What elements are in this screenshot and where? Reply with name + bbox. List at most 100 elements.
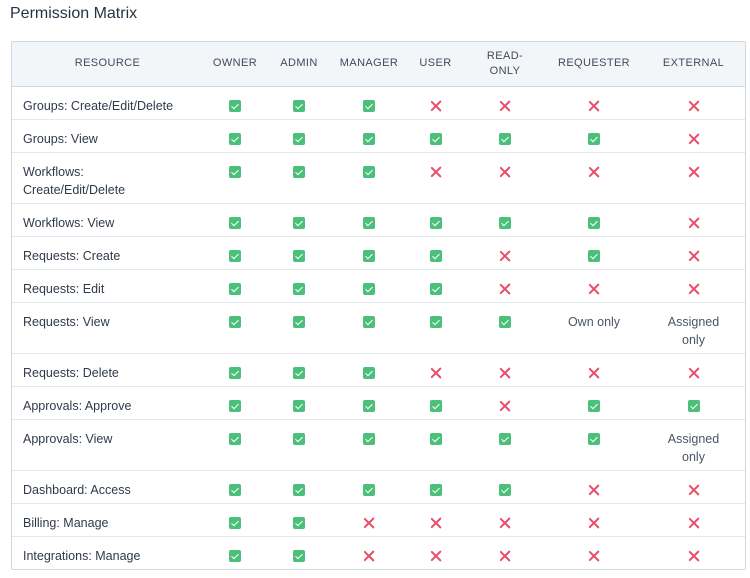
permission-cell-owner bbox=[203, 418, 267, 470]
permission-cell-owner bbox=[203, 151, 267, 203]
permission-cell-owner bbox=[203, 535, 267, 569]
permission-cell-manager bbox=[331, 202, 407, 236]
resource-cell: Dashboard: Access bbox=[12, 469, 203, 503]
permission-cell-requester bbox=[546, 502, 642, 536]
permission-cell-external bbox=[642, 235, 745, 269]
column-header-resource: RESOURCE bbox=[12, 42, 203, 87]
checkbox-checked-icon bbox=[229, 133, 241, 146]
cross-icon bbox=[688, 367, 700, 379]
permission-cell-manager bbox=[331, 118, 407, 152]
column-header-external: EXTERNAL bbox=[642, 42, 745, 87]
column-header-read-only: READ-ONLY bbox=[464, 42, 546, 87]
permission-cell-owner bbox=[203, 469, 267, 503]
permission-cell-read-only bbox=[464, 301, 546, 353]
permission-cell-manager bbox=[331, 535, 407, 569]
cross-icon bbox=[430, 166, 442, 178]
checkbox-checked-icon bbox=[363, 217, 375, 230]
cross-icon bbox=[588, 517, 600, 529]
permission-cell-admin bbox=[267, 301, 331, 353]
permission-cell-external bbox=[642, 535, 745, 569]
checkbox-checked-icon bbox=[229, 484, 241, 497]
resource-cell: Requests: Delete bbox=[12, 352, 203, 386]
permission-cell-requester: Own only bbox=[546, 301, 642, 353]
checkbox-checked-icon bbox=[499, 316, 511, 329]
table-row: Requests: View Own only Assigned only bbox=[12, 301, 745, 353]
permission-cell-owner bbox=[203, 86, 267, 119]
checkbox-checked-icon bbox=[429, 316, 442, 329]
permission-cell-manager bbox=[331, 151, 407, 203]
permission-cell-admin bbox=[267, 352, 331, 386]
cross-icon bbox=[363, 517, 375, 529]
cross-icon bbox=[688, 484, 700, 496]
checkbox-checked-icon bbox=[687, 400, 700, 413]
resource-cell: Integrations: Manage bbox=[12, 535, 203, 569]
permission-matrix-table: RESOURCE OWNER ADMIN MANAGER USER READ-O… bbox=[11, 41, 746, 570]
permission-cell-owner bbox=[203, 385, 267, 419]
permission-cell-admin bbox=[267, 502, 331, 536]
table-row: Requests: Delete bbox=[12, 352, 745, 386]
permission-cell-manager bbox=[331, 352, 407, 386]
cross-icon bbox=[588, 367, 600, 379]
table-row: Approvals: View Assigned only bbox=[12, 418, 745, 470]
permission-cell-external bbox=[642, 118, 745, 152]
checkbox-checked-icon bbox=[293, 550, 305, 563]
cross-icon bbox=[588, 100, 600, 112]
checkbox-checked-icon bbox=[229, 283, 241, 296]
permission-cell-read-only bbox=[464, 235, 546, 269]
checkbox-checked-icon bbox=[363, 100, 375, 113]
permission-cell-admin bbox=[267, 118, 331, 152]
cross-icon bbox=[588, 484, 600, 496]
permission-cell-external bbox=[642, 151, 745, 203]
checkbox-checked-icon bbox=[293, 250, 305, 263]
checkbox-checked-icon bbox=[293, 484, 305, 497]
checkbox-checked-icon bbox=[363, 484, 375, 497]
permission-cell-user bbox=[407, 301, 464, 353]
checkbox-checked-icon bbox=[588, 133, 600, 146]
checkbox-checked-icon bbox=[229, 550, 241, 563]
permission-cell-manager bbox=[331, 301, 407, 353]
permission-cell-manager bbox=[331, 469, 407, 503]
column-header-owner: OWNER bbox=[203, 42, 267, 87]
permission-cell-admin bbox=[267, 86, 331, 119]
checkbox-checked-icon bbox=[229, 166, 241, 179]
checkbox-checked-icon bbox=[293, 283, 305, 296]
resource-cell: Billing: Manage bbox=[12, 502, 203, 536]
permission-cell-requester bbox=[546, 352, 642, 386]
permission-cell-admin bbox=[267, 418, 331, 470]
permission-cell-read-only bbox=[464, 151, 546, 203]
checkbox-checked-icon bbox=[429, 484, 442, 497]
cross-icon bbox=[499, 100, 511, 112]
permission-cell-user bbox=[407, 352, 464, 386]
permission-cell-user bbox=[407, 385, 464, 419]
permission-cell-requester bbox=[546, 151, 642, 203]
table-row: Approvals: Approve bbox=[12, 385, 745, 419]
checkbox-checked-icon bbox=[429, 433, 442, 446]
permission-cell-owner bbox=[203, 118, 267, 152]
checkbox-checked-icon bbox=[429, 250, 442, 263]
permission-note: Assigned only bbox=[667, 431, 720, 464]
checkbox-checked-icon bbox=[229, 367, 241, 380]
checkbox-checked-icon bbox=[429, 133, 442, 146]
resource-cell: Approvals: Approve bbox=[12, 385, 203, 419]
permission-note: Own only bbox=[567, 314, 621, 329]
checkbox-checked-icon bbox=[588, 400, 600, 413]
checkbox-checked-icon bbox=[499, 484, 511, 497]
permission-cell-external bbox=[642, 469, 745, 503]
resource-cell: Requests: View bbox=[12, 301, 203, 353]
checkbox-checked-icon bbox=[229, 250, 241, 263]
permission-cell-requester bbox=[546, 268, 642, 302]
permission-cell-user bbox=[407, 502, 464, 536]
table-row: Workflows: View bbox=[12, 202, 745, 236]
permission-cell-owner bbox=[203, 202, 267, 236]
permission-cell-read-only bbox=[464, 202, 546, 236]
checkbox-checked-icon bbox=[363, 133, 375, 146]
permission-cell-requester bbox=[546, 535, 642, 569]
cross-icon bbox=[430, 517, 442, 529]
cross-icon bbox=[430, 550, 442, 562]
column-header-user: USER bbox=[407, 42, 464, 87]
cross-icon bbox=[688, 517, 700, 529]
checkbox-checked-icon bbox=[293, 100, 305, 113]
permission-cell-user bbox=[407, 86, 464, 119]
permission-cell-external bbox=[642, 202, 745, 236]
table-row: Workflows: Create/Edit/Delete bbox=[12, 151, 745, 203]
